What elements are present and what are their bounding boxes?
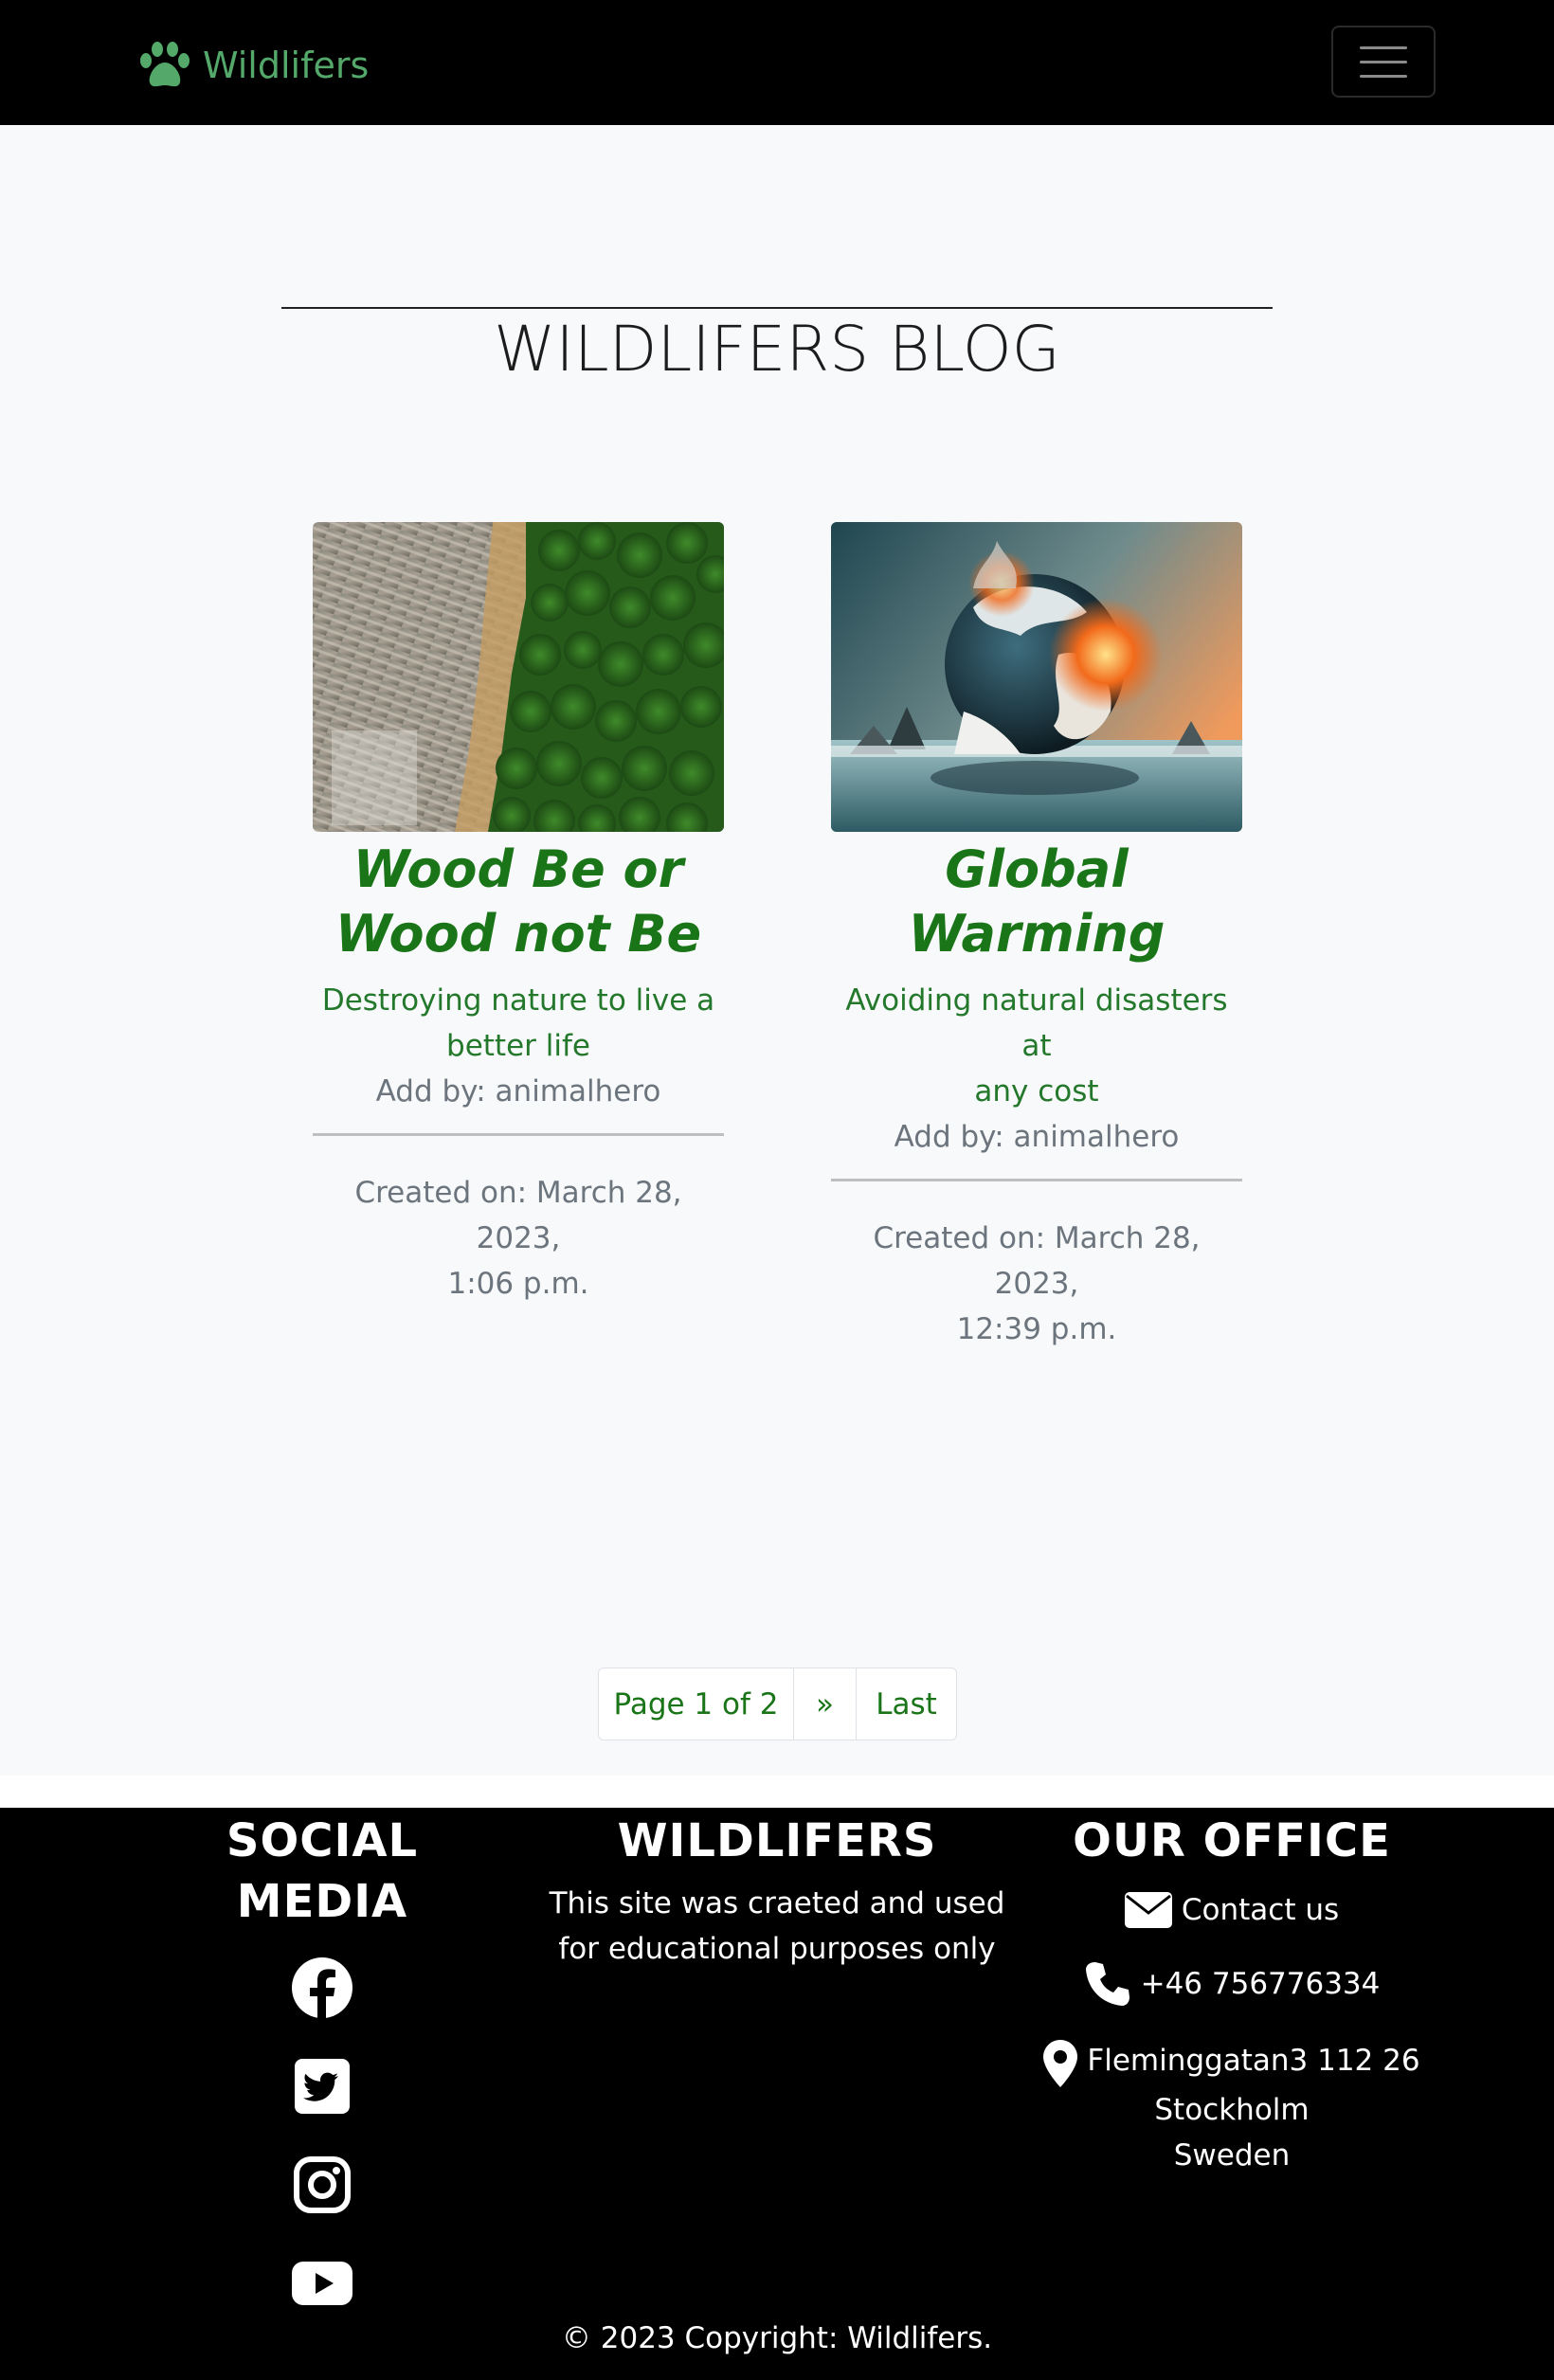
post-created-date: Created on: March 28, 2023, 12:39 p.m. — [831, 1216, 1242, 1352]
post-title-line: Warming — [908, 904, 1166, 964]
post-excerpt-line: better life — [446, 1029, 590, 1063]
social-heading: SOCIAL MEDIA — [226, 1814, 419, 1928]
post-author: Add by: animalhero — [375, 1074, 661, 1109]
hamburger-menu-icon — [1360, 45, 1407, 49]
page-title: WILDLIFERS BLOG — [494, 313, 1060, 386]
pagination-current-page: Page 1 of 2 — [599, 1668, 794, 1740]
phone-number: +46 756776334 — [1140, 1967, 1381, 2001]
brand-name: Wildlifers — [203, 45, 370, 86]
post-excerpt: Avoiding natural disasters at any cost — [831, 978, 1242, 1114]
navbar-toggler[interactable] — [1331, 26, 1436, 98]
envelope-icon — [1124, 1892, 1172, 1928]
pagination: Page 1 of 2 » Last — [598, 1668, 957, 1740]
about-text-line: This site was craeted and used — [549, 1886, 1005, 1920]
card-divider — [831, 1179, 1242, 1181]
address-line: Fleminggatan3 112 26 — [1042, 2040, 1421, 2087]
youtube-icon[interactable] — [291, 2252, 353, 2315]
post-date-line: 12:39 p.m. — [956, 1312, 1117, 1346]
address-country: Sweden — [1173, 2138, 1291, 2173]
post-excerpt-line: any cost — [974, 1074, 1099, 1109]
footer: SOCIAL MEDIA WILDLIFERS This site was cr… — [0, 1808, 1554, 2380]
post-card: Global Warming Avoiding natural disaster… — [831, 522, 1242, 1352]
address-city: Stockholm — [1154, 2093, 1310, 2127]
hamburger-menu-icon — [1360, 60, 1407, 63]
post-title-line: Wood Be or — [352, 839, 684, 899]
pagination-last-button[interactable]: Last — [857, 1668, 956, 1740]
location-pin-icon — [1043, 2040, 1078, 2087]
pagination-next-button[interactable]: » — [794, 1668, 857, 1740]
phone-line: +46 756776334 — [1042, 1960, 1421, 2008]
post-created-date: Created on: March 28, 2023, 1:06 p.m. — [313, 1170, 724, 1307]
post-title-line: Global — [945, 839, 1129, 899]
post-excerpt-line: Avoiding natural disasters at — [845, 983, 1228, 1063]
title-divider — [281, 307, 1273, 309]
about-text: This site was craeted and used for educa… — [540, 1881, 1014, 1972]
post-title-link[interactable]: Wood Be or Wood not Be — [275, 838, 762, 966]
post-date-line: Created on: March 28, 2023, — [354, 1176, 682, 1255]
paw-icon — [140, 42, 190, 87]
instagram-icon[interactable] — [291, 2154, 353, 2216]
post-image-deforestation[interactable] — [313, 522, 724, 832]
office-heading: OUR OFFICE — [1073, 1814, 1391, 1867]
footer-social-column: SOCIAL MEDIA — [133, 1808, 512, 2315]
about-heading: WILDLIFERS — [617, 1814, 937, 1867]
contact-link[interactable]: Contact us — [1042, 1892, 1421, 1928]
post-title-line: Wood not Be — [334, 904, 702, 964]
post-excerpt: Destroying nature to live a better life — [313, 978, 724, 1069]
post-title-link[interactable]: Global Warming — [793, 838, 1280, 966]
copyright: © 2023 Copyright: Wildlifers. — [561, 2321, 993, 2355]
address-street: Fleminggatan3 112 26 — [1087, 2044, 1420, 2078]
card-divider — [313, 1133, 724, 1136]
contact-label: Contact us — [1181, 1893, 1340, 1927]
post-excerpt-line: Destroying nature to live a — [321, 983, 715, 1018]
hamburger-menu-icon — [1360, 74, 1407, 78]
post-date-line: 1:06 p.m. — [447, 1267, 589, 1301]
phone-icon — [1085, 1962, 1129, 2006]
twitter-icon[interactable] — [291, 2055, 353, 2118]
post-image-burning-earth[interactable] — [831, 522, 1242, 832]
footer-about-column: WILDLIFERS This site was craeted and use… — [540, 1808, 1014, 1972]
post-author: Add by: animalhero — [894, 1120, 1180, 1154]
about-text-line: for educational purposes only — [558, 1932, 996, 1966]
footer-spacer — [0, 1776, 1554, 1808]
brand-link[interactable]: Wildlifers — [138, 42, 369, 89]
footer-office-column: OUR OFFICE Contact us +46 756776334 Flem… — [1042, 1808, 1421, 2178]
navbar: Wildlifers — [0, 0, 1554, 125]
post-card: Wood Be or Wood not Be Destroying nature… — [313, 522, 724, 1307]
facebook-icon[interactable] — [291, 1956, 353, 2019]
post-date-line: Created on: March 28, 2023, — [873, 1221, 1201, 1301]
